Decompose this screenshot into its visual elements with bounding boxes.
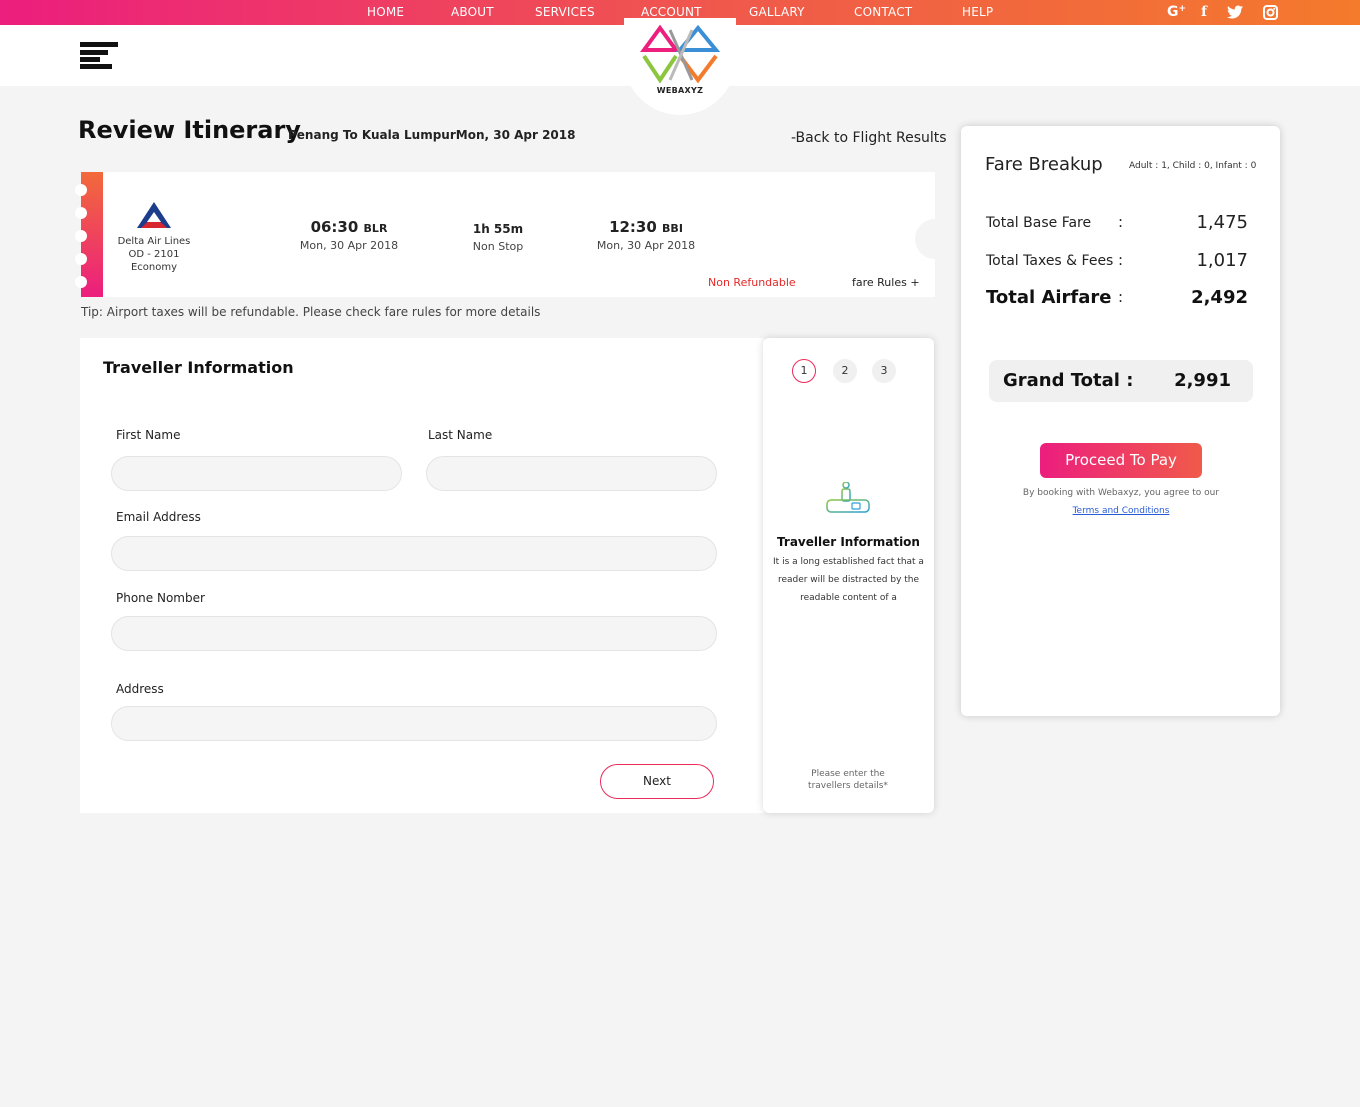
last-name-label: Last Name — [428, 428, 493, 442]
grand-total-label: Grand Total : — [1003, 370, 1134, 391]
cabin-class: Economy — [130, 262, 178, 273]
fare-breakup-panel: Fare Breakup Adult : 1, Child : 0, Infan… — [961, 126, 1280, 716]
taxes-colon: : — [1118, 251, 1124, 269]
nav-account[interactable]: ACCOUNT — [641, 5, 702, 19]
email-input[interactable] — [111, 536, 717, 571]
arrival-clock: 12:30 — [609, 218, 657, 236]
proceed-to-pay-button[interactable]: Proceed To Pay — [1040, 443, 1202, 478]
agreement-text: By booking with Webaxyz, you agree to ou… — [1022, 488, 1220, 498]
instagram-icon[interactable] — [1263, 5, 1278, 24]
step-3[interactable]: 3 — [872, 359, 896, 383]
passenger-count: Adult : 1, Child : 0, Infant : 0 — [1129, 161, 1257, 171]
address-label: Address — [116, 682, 164, 696]
departure-date: Mon, 30 Apr 2018 — [299, 239, 399, 252]
total-airfare-value: 2,492 — [1191, 287, 1248, 308]
google-plus-icon[interactable]: G+ — [1167, 4, 1186, 20]
flight-stops: Non Stop — [472, 240, 524, 253]
traveller-form: Traveller Information First Name Last Na… — [80, 338, 764, 813]
twitter-icon[interactable] — [1227, 5, 1243, 23]
total-airfare-colon: : — [1118, 288, 1124, 306]
departure-airport: BLR — [363, 222, 388, 235]
base-fare-colon: : — [1118, 213, 1124, 231]
next-button[interactable]: Next — [600, 764, 714, 799]
card-notch — [915, 219, 955, 259]
step-2[interactable]: 2 — [833, 359, 857, 383]
nav-gallary[interactable]: GALLARY — [749, 5, 805, 19]
logo[interactable]: WEBAXYZ — [624, 18, 736, 115]
steps-panel: 1 2 3 Traveller Information It is a long… — [763, 338, 934, 813]
address-input[interactable] — [111, 706, 717, 741]
fare-rules-link[interactable]: fare Rules + — [852, 276, 920, 289]
grand-total-box: Grand Total : 2,991 — [989, 360, 1253, 402]
tip-text: Tip: Airport taxes will be refundable. P… — [81, 305, 541, 319]
nav-home[interactable]: HOME — [367, 5, 404, 19]
nav-services[interactable]: SERVICES — [535, 5, 595, 19]
nav-contact[interactable]: CONTACT — [854, 5, 912, 19]
arrival-date: Mon, 30 Apr 2018 — [596, 239, 696, 252]
route-summary: Penang To Kuala LumpurMon, 30 Apr 2018 — [288, 128, 576, 142]
total-airfare-label: Total Airfare — [986, 287, 1112, 308]
ticket-strip — [75, 172, 103, 297]
phone-input[interactable] — [111, 616, 717, 651]
logo-mark-icon — [640, 24, 720, 84]
nav-about[interactable]: ABOUT — [451, 5, 494, 19]
departure-clock: 06:30 — [310, 218, 359, 236]
base-fare-value: 1,475 — [1196, 212, 1248, 233]
flight-duration: 1h 55m — [472, 222, 524, 236]
facebook-icon[interactable]: f — [1201, 4, 1207, 20]
base-fare-label: Total Base Fare — [986, 215, 1092, 231]
step-description: It is a long established fact that a rea… — [773, 557, 924, 603]
arrival-time: 12:30 BBI — [566, 218, 726, 236]
step-1[interactable]: 1 — [792, 359, 816, 383]
fare-title: Fare Breakup — [985, 154, 1103, 175]
delta-logo-icon — [137, 202, 171, 228]
airline-info: Delta Air Lines OD - 2101 Economy — [101, 235, 207, 274]
logo-text: WEBAXYZ — [656, 86, 704, 95]
taxes-value: 1,017 — [1196, 250, 1248, 271]
step-note: Please enter the travellers details* — [808, 769, 888, 791]
arrival-airport: BBI — [662, 222, 683, 235]
taxes-label: Total Taxes & Fees — [986, 253, 1114, 269]
form-title: Traveller Information — [103, 358, 294, 377]
menu-icon[interactable] — [80, 42, 118, 70]
email-label: Email Address — [116, 510, 201, 524]
nav-help[interactable]: HELP — [962, 5, 993, 19]
flight-number: OD - 2101 — [128, 249, 180, 260]
page-title: Review Itinerary — [78, 116, 301, 144]
departure-time: 06:30 BLR — [269, 218, 429, 236]
first-name-label: First Name — [116, 428, 181, 442]
first-name-input[interactable] — [111, 456, 402, 491]
flight-card: Delta Air Lines OD - 2101 Economy 06:30 … — [75, 172, 955, 297]
back-to-results-link[interactable]: -Back to Flight Results — [791, 130, 947, 146]
airline-name: Delta Air Lines — [117, 236, 191, 247]
grand-total-value: 2,991 — [1174, 370, 1231, 391]
traveller-icon — [826, 482, 870, 513]
refund-status: Non Refundable — [708, 276, 796, 289]
terms-link[interactable]: Terms and Conditions — [1073, 506, 1170, 516]
booking-agreement: By booking with Webaxyz, you agree to ou… — [1021, 484, 1221, 520]
last-name-input[interactable] — [426, 456, 717, 491]
phone-label: Phone Nomber — [116, 591, 205, 605]
step-title: Traveller Information — [777, 535, 920, 549]
